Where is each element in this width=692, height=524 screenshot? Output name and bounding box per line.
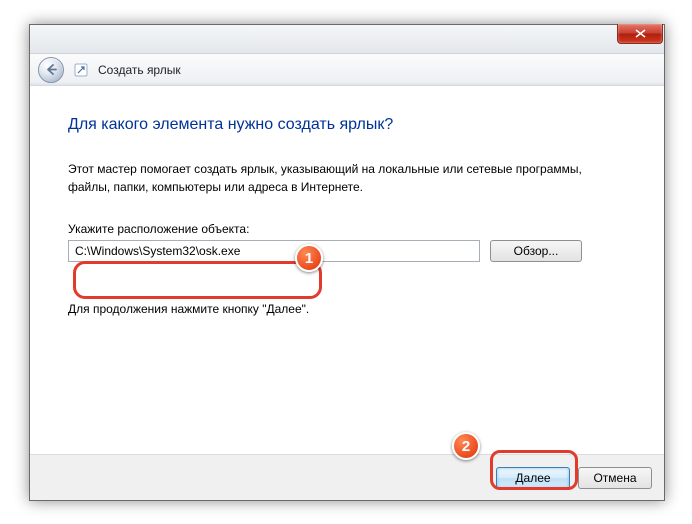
close-icon (635, 29, 646, 38)
titlebar (30, 25, 664, 54)
path-input[interactable] (68, 240, 480, 262)
description-text: Этот мастер помогает создать ярлык, указ… (68, 160, 626, 196)
next-button[interactable]: Далее (496, 467, 570, 489)
back-arrow-icon (45, 63, 58, 76)
dialog-window: Создать ярлык Для какого элемента нужно … (29, 24, 665, 501)
cancel-button[interactable]: Отмена (578, 467, 652, 489)
path-field-row: Обзор... (68, 240, 626, 262)
browse-button[interactable]: Обзор... (490, 240, 582, 262)
shortcut-icon (74, 63, 88, 77)
navbar: Создать ярлык (30, 54, 664, 86)
nav-title: Создать ярлык (98, 63, 181, 77)
dialog-footer: Далее Отмена (30, 454, 664, 500)
path-field-label: Укажите расположение объекта: (68, 222, 626, 236)
content-area: Для какого элемента нужно создать ярлык?… (30, 86, 664, 470)
close-button[interactable] (617, 24, 663, 44)
page-heading: Для какого элемента нужно создать ярлык? (68, 116, 626, 134)
continue-hint: Для продолжения нажмите кнопку "Далее". (68, 302, 626, 316)
back-button[interactable] (38, 57, 64, 83)
